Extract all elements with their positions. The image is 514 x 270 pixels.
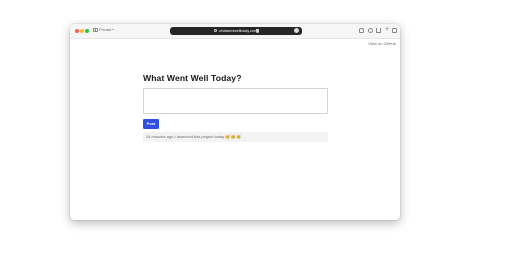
zoom-window-button[interactable] bbox=[85, 29, 89, 33]
new-tab-icon[interactable]: + bbox=[384, 26, 390, 34]
minimize-window-button[interactable] bbox=[80, 29, 84, 33]
entry-emoji: 🥳🥳🥳 bbox=[225, 134, 242, 139]
notification-icon[interactable] bbox=[359, 28, 364, 33]
entry-time: 24 minutes ago bbox=[146, 134, 174, 139]
github-link[interactable]: View on GitHub bbox=[368, 41, 396, 46]
share-icon[interactable] bbox=[376, 28, 381, 33]
address-bar[interactable]: whatwentwelltoday.com bbox=[170, 27, 302, 35]
tab-group-label[interactable]: Private bbox=[99, 27, 111, 33]
sidebar-icon[interactable] bbox=[93, 28, 98, 32]
page-title: What Went Well Today? bbox=[143, 73, 242, 83]
compass-icon[interactable] bbox=[368, 28, 373, 33]
entry-message: I launched this project today bbox=[174, 134, 225, 139]
entry-textarea[interactable] bbox=[143, 88, 328, 114]
close-window-button[interactable] bbox=[75, 29, 79, 33]
shield-icon bbox=[256, 29, 259, 33]
reload-icon[interactable] bbox=[294, 28, 299, 33]
browser-toolbar: Private ⌄ whatwentwelltoday.com + bbox=[70, 24, 400, 39]
lock-icon bbox=[214, 29, 217, 32]
list-item: 24 minutes ago I launched this project t… bbox=[143, 132, 328, 142]
address-text: whatwentwelltoday.com bbox=[219, 29, 257, 33]
tab-overview-icon[interactable] bbox=[392, 28, 397, 33]
entry-text: 24 minutes ago I launched this project t… bbox=[146, 132, 241, 142]
chevron-down-icon[interactable]: ⌄ bbox=[111, 26, 115, 33]
browser-window: Private ⌄ whatwentwelltoday.com + View o… bbox=[70, 24, 400, 220]
post-button[interactable]: Post bbox=[143, 119, 159, 129]
